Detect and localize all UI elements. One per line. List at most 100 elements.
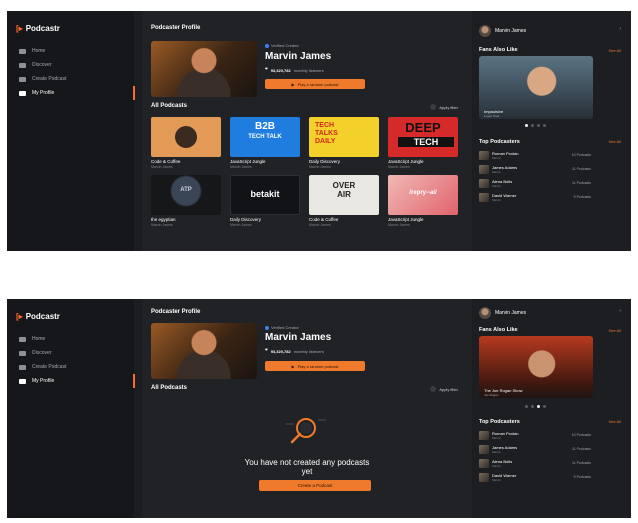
- all-podcasts-title: All Podcasts: [151, 385, 188, 391]
- apply-filter-button[interactable]: Apply filter: [430, 104, 458, 110]
- top-podcaster-row[interactable]: David Warner Marvin 9 Podcasts: [479, 471, 591, 483]
- podcast-cover: [151, 117, 221, 157]
- podcast-card[interactable]: /repry--ai/ JavaScript Jungle Marvin Jam…: [388, 175, 458, 227]
- podcaster-name: Marvin James: [265, 51, 332, 62]
- sidebar-item-my-profile[interactable]: My Profile: [15, 374, 135, 388]
- create-podcast-button[interactable]: Create a Podcast: [259, 480, 371, 491]
- user-menu[interactable]: Marvin James: [479, 25, 526, 37]
- active-indicator: [133, 374, 135, 388]
- user-menu[interactable]: Marvin James: [479, 307, 526, 319]
- podcast-cover: betakit: [230, 175, 300, 215]
- top-podcaster-row[interactable]: James Adams Marvin 11 Podcasts: [479, 163, 591, 175]
- sidebar-item-home[interactable]: Home: [15, 332, 134, 346]
- play-random-button[interactable]: ▶ Play a random podcast: [265, 79, 365, 89]
- podcast-count: 11 Podcasts: [571, 167, 591, 171]
- sidebar-item-label: My Profile: [32, 90, 55, 96]
- podcast-grid: Code & Coffee Marvin James B2B TECH TALK…: [151, 117, 471, 227]
- carousel-dots[interactable]: [525, 124, 546, 127]
- podcast-card[interactable]: betakit Daily Discovery Marvin James: [230, 175, 300, 227]
- chevron-right-icon[interactable]: ›: [619, 26, 621, 32]
- sidebar-nav: Home Discover Create Podcast My Profile: [15, 332, 135, 388]
- top-podcaster-row[interactable]: Roman Poolan Marvin 10 Podcasts: [479, 149, 591, 161]
- cover-text: betakit: [250, 189, 280, 199]
- podcast-author: Marvin James: [309, 223, 331, 227]
- brand[interactable]: [▸ Podcastr: [16, 312, 60, 321]
- headphones-icon: ❝: [265, 348, 268, 354]
- top-podcaster-row[interactable]: Roman Poolan Marvin 10 Podcasts: [479, 429, 591, 441]
- see-all-link[interactable]: See All: [609, 419, 621, 424]
- podcast-count: 11 Podcasts: [571, 181, 591, 185]
- filter-icon: [430, 104, 437, 110]
- brand-name: Podcastr: [25, 24, 60, 33]
- podcast-author: Marvin James: [309, 165, 331, 169]
- podcaster-sub: Marvin: [492, 435, 502, 440]
- see-all-link[interactable]: See All: [609, 139, 621, 144]
- apply-filter-label: Apply filter: [439, 104, 458, 110]
- top-podcaster-row[interactable]: David Warner Marvin 9 Podcasts: [479, 191, 591, 203]
- podcast-count: 9 Podcasts: [573, 475, 591, 479]
- sidebar-item-create-podcast[interactable]: Create Podcast: [15, 72, 134, 86]
- sidebar-item-create-podcast[interactable]: Create Podcast: [15, 360, 134, 374]
- sidebar-nav: Home Discover Create Podcast My Profile: [15, 44, 135, 100]
- cover-text: OVER AIR: [332, 181, 356, 199]
- sidebar-item-discover[interactable]: Discover: [15, 346, 134, 360]
- cover-text: B2B: [254, 121, 275, 132]
- see-all-link[interactable]: See All: [609, 48, 621, 53]
- top-podcaster-row[interactable]: Alena Botis Marvin 11 Podcasts: [479, 457, 591, 469]
- podcast-cover: DEEP TECH: [388, 117, 458, 157]
- podcast-card[interactable]: OVER AIR Code & Coffee Marvin James: [309, 175, 379, 227]
- home-icon: [19, 336, 26, 342]
- home-icon: [19, 48, 26, 54]
- play-random-button[interactable]: ▶ Play a random podcast: [265, 361, 365, 371]
- cover-text: TECH: [398, 137, 454, 147]
- app-screen-empty-state: [▸ Podcastr Home Discover Create Podcast…: [7, 299, 631, 518]
- fan-card-image[interactable]: Impaulsive Logan Paul: [479, 56, 593, 119]
- podcaster-sub: Marvin: [492, 169, 502, 174]
- carousel-dots[interactable]: [525, 405, 546, 408]
- apply-filter-button[interactable]: Apply filter: [430, 386, 458, 392]
- podcast-title: JavaScript Jungle: [230, 159, 266, 164]
- podcast-title: Code & Coffee: [309, 217, 339, 222]
- podcast-count: 10 Podcasts: [571, 153, 591, 157]
- sidebar-item-discover[interactable]: Discover: [15, 58, 134, 72]
- listeners-label: monthly listeners: [293, 67, 324, 73]
- top-podcaster-row[interactable]: Alena Botis Marvin 11 Podcasts: [479, 177, 591, 189]
- podcaster-sub: Marvin: [492, 155, 502, 160]
- podcast-card[interactable]: DEEP TECH JavaScript Jungle Marvin James: [388, 117, 458, 169]
- podcast-card[interactable]: TECH TALKS DAILY Daily Discovery Marvin Ja…: [309, 117, 379, 169]
- podcast-card[interactable]: Code & Coffee Marvin James: [151, 117, 221, 169]
- brand[interactable]: [▸ Podcastr: [16, 24, 60, 33]
- apply-filter-label: Apply filter: [439, 386, 458, 392]
- avatar: [479, 444, 489, 454]
- avatar: [479, 472, 489, 482]
- sidebar-item-label: Create Podcast: [32, 364, 67, 370]
- podcast-card[interactable]: ATP the egyptian Marvin James: [151, 175, 221, 227]
- podcaster-sub: Marvin: [492, 197, 502, 202]
- sidebar-item-my-profile[interactable]: My Profile: [15, 86, 135, 100]
- podcast-title: Code & Coffee: [151, 159, 181, 164]
- left-sidebar: [▸ Podcastr Home Discover Create Podcast…: [7, 299, 135, 518]
- play-random-label: Play a random podcast: [297, 363, 339, 369]
- top-podcaster-row[interactable]: James Adams Marvin 11 Podcasts: [479, 443, 591, 455]
- sidebar-item-home[interactable]: Home: [15, 44, 134, 58]
- cover-text: DEEP: [405, 120, 441, 135]
- chevron-right-icon[interactable]: ›: [619, 308, 621, 314]
- profile-image: [151, 323, 257, 379]
- cover-text: ATP: [180, 187, 192, 193]
- podcaster-sub: Marvin: [492, 449, 502, 454]
- podcast-card[interactable]: B2B TECH TALK JavaScript Jungle Marvin J…: [230, 117, 300, 169]
- microphone-icon: [19, 76, 26, 82]
- avatar: [479, 458, 489, 468]
- user-name: Marvin James: [495, 28, 527, 34]
- see-all-link[interactable]: See All: [609, 328, 621, 333]
- main-content: Podcaster Profile Verified Creator Marvi…: [142, 11, 472, 251]
- avatar: [479, 150, 489, 160]
- podcaster-sub: Marvin: [492, 463, 502, 468]
- user-icon: [19, 378, 26, 384]
- podcast-cover: ATP: [151, 175, 221, 215]
- avatar: [479, 178, 489, 188]
- podcaster-sub: Marvin: [492, 477, 502, 482]
- page-title: Podcaster Profile: [151, 25, 201, 31]
- fan-card-image[interactable]: The Joe Rogan Show Joe Rogan: [479, 336, 593, 398]
- discover-icon: [19, 350, 26, 356]
